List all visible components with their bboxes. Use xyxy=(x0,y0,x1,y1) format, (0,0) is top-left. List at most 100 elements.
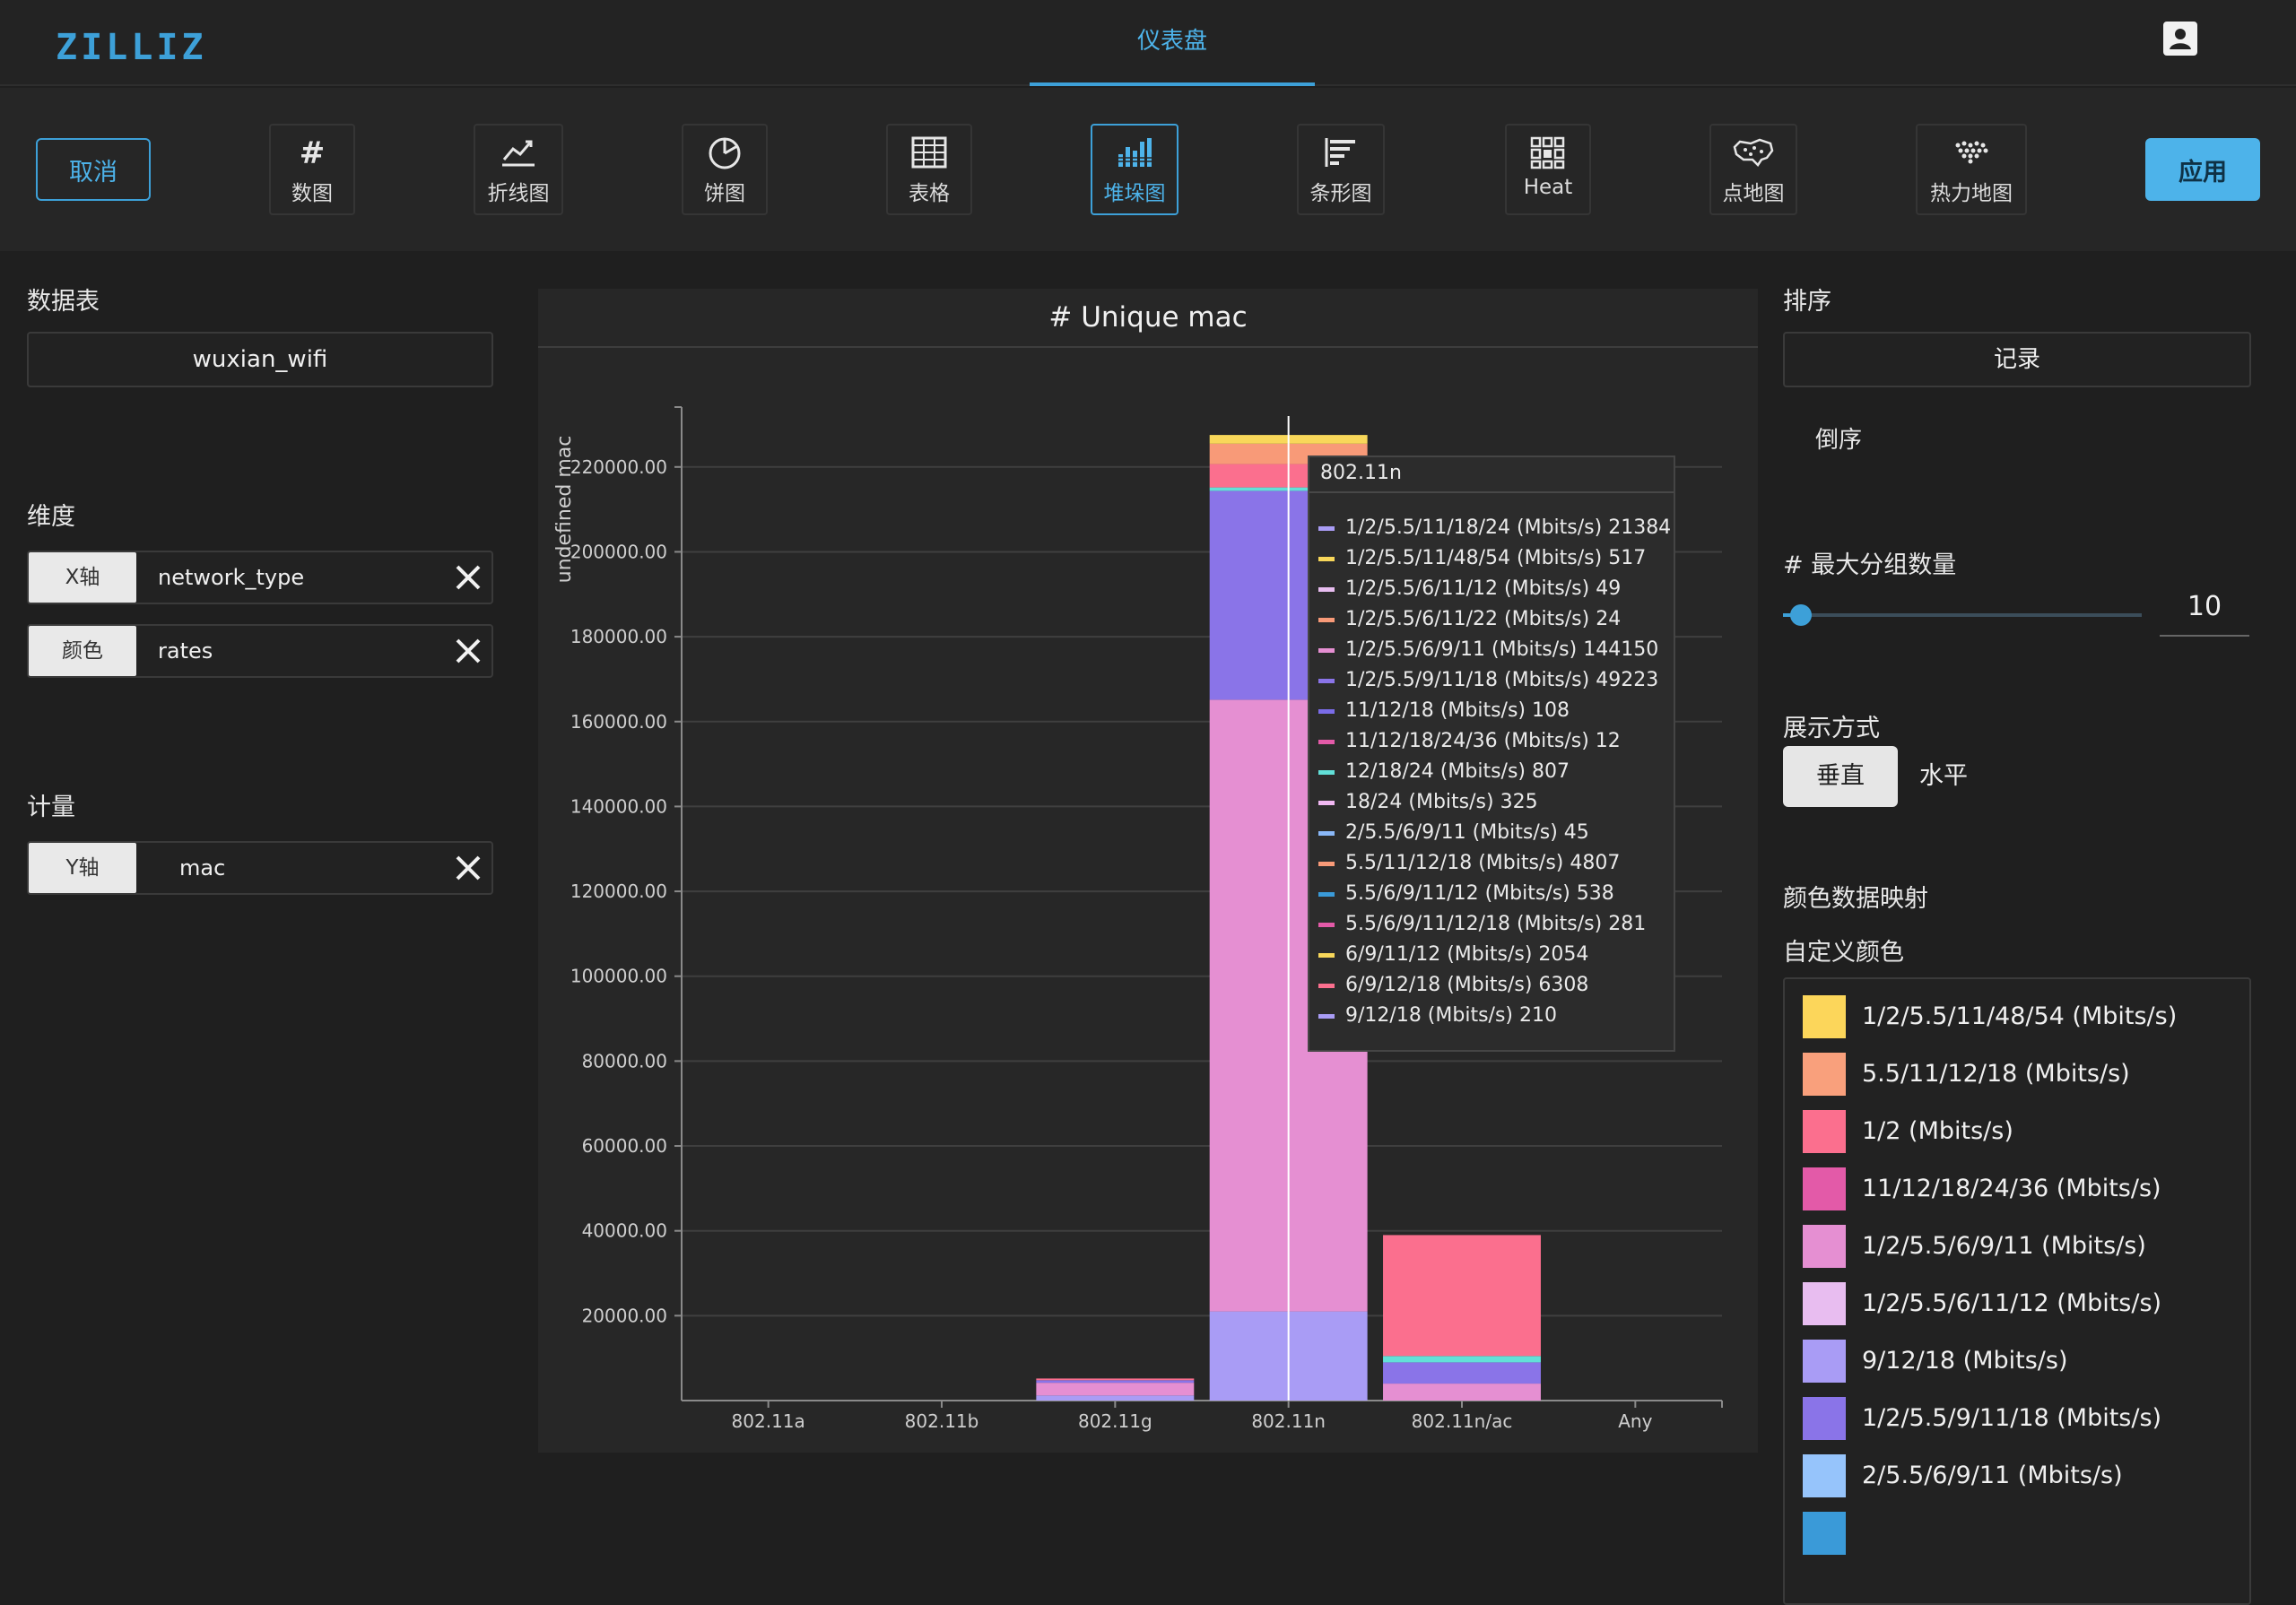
x-tick-label: 802.11n xyxy=(1251,1410,1326,1432)
color-swatch[interactable] xyxy=(1803,1110,1846,1153)
chart-type-line[interactable]: 折线图 xyxy=(474,124,563,215)
tooltip-row-label: 18/24 (Mbits/s) 325 xyxy=(1345,791,1538,813)
tooltip-divider xyxy=(1309,491,1674,493)
color-mapping-label: 2/5.5/6/9/11 (Mbits/s) xyxy=(1862,1462,2123,1489)
sort-field-select[interactable]: 记录 xyxy=(1783,332,2251,387)
field-tag: X轴 xyxy=(29,552,136,603)
tooltip-row: 11/12/18/24/36 (Mbits/s) 12 xyxy=(1318,726,1671,757)
slider-handle[interactable] xyxy=(1790,604,1812,626)
y-tick-label: 60000.00 xyxy=(582,1135,667,1157)
color-mapping-label: 1/2/5.5/9/11/18 (Mbits/s) xyxy=(1862,1404,2162,1432)
cancel-button[interactable]: 取消 xyxy=(36,138,151,201)
chart-type-label: 条形图 xyxy=(1309,182,1372,205)
y-tick-label: 220000.00 xyxy=(570,456,667,478)
chart-type-number[interactable]: # 数图 xyxy=(269,124,355,215)
tooltip-row-label: 5.5/11/12/18 (Mbits/s) 4807 xyxy=(1345,852,1621,874)
color-swatch[interactable] xyxy=(1803,1340,1846,1383)
heat-grid-icon xyxy=(1530,136,1565,169)
vertical-button[interactable]: 垂直 xyxy=(1783,746,1898,807)
chart-type-heat-map[interactable]: 热力地图 xyxy=(1916,124,2027,215)
horizontal-button[interactable]: 水平 xyxy=(1919,746,1973,807)
color-swatch[interactable] xyxy=(1803,1053,1846,1096)
legend-swatch xyxy=(1318,800,1335,805)
chart-type-table[interactable]: 表格 xyxy=(886,124,972,215)
tooltip-row: 11/12/18 (Mbits/s) 108 xyxy=(1318,696,1671,726)
chart-tooltip: 802.11n 1/2/5.5/11/18/24 (Mbits/s) 21384… xyxy=(1308,455,1675,1052)
x-tick-label: 802.11g xyxy=(1078,1410,1152,1432)
tooltip-row-label: 1/2/5.5/6/11/12 (Mbits/s) 49 xyxy=(1345,577,1622,600)
tooltip-row-label: 9/12/18 (Mbits/s) 210 xyxy=(1345,1004,1557,1027)
color-mapping-label: 1/2 (Mbits/s) xyxy=(1862,1117,2013,1145)
tooltip-row-label: 1/2/5.5/6/9/11 (Mbits/s) 144150 xyxy=(1345,638,1659,661)
chart-type-point-map[interactable]: 点地图 xyxy=(1709,124,1797,215)
stacked-bar-icon xyxy=(1118,138,1152,167)
y-tick-label: 120000.00 xyxy=(570,881,667,902)
bar-segment xyxy=(1383,1362,1541,1384)
legend-swatch xyxy=(1318,1013,1335,1019)
tooltip-row: 2/5.5/6/9/11 (Mbits/s) 45 xyxy=(1318,818,1671,848)
close-icon[interactable] xyxy=(452,561,484,594)
display-mode-title: 展示方式 xyxy=(1783,715,1880,742)
color-swatch[interactable] xyxy=(1803,1167,1846,1210)
bar-segment xyxy=(1036,1378,1195,1381)
tooltip-list: 1/2/5.5/11/18/24 (Mbits/s) 21384 1/2/5.5/… xyxy=(1318,513,1671,1031)
tooltip-row: 18/24 (Mbits/s) 325 xyxy=(1318,787,1671,818)
max-groups-slider[interactable] xyxy=(1783,604,2142,626)
color-swatch[interactable] xyxy=(1803,1282,1846,1325)
chart-type-horizontal-bar[interactable]: 条形图 xyxy=(1297,124,1385,215)
chart-type-heat[interactable]: Heat xyxy=(1505,124,1591,215)
tooltip-row: 1/2/5.5/6/9/11 (Mbits/s) 144150 xyxy=(1318,635,1671,665)
apply-button[interactable]: 应用 xyxy=(2145,138,2260,201)
max-groups-input[interactable]: 10 xyxy=(2160,585,2249,637)
chart-type-label: 表格 xyxy=(909,182,950,205)
tooltip-row: 5.5/6/9/11/12 (Mbits/s) 538 xyxy=(1318,879,1671,909)
bar-segment xyxy=(1036,1383,1195,1396)
bar-segment xyxy=(1383,1384,1541,1401)
data-table-select[interactable]: wuxian_wifi xyxy=(27,332,493,387)
color-swatch[interactable] xyxy=(1803,1512,1846,1555)
horizontal-bar-icon xyxy=(1325,138,1355,167)
color-swatch[interactable] xyxy=(1803,1454,1846,1497)
bar-segment xyxy=(1036,1395,1195,1401)
color-swatch[interactable] xyxy=(1803,995,1846,1038)
legend-swatch xyxy=(1318,525,1335,531)
tab-dashboard[interactable]: 仪表盘 xyxy=(1030,0,1315,86)
close-icon[interactable] xyxy=(452,635,484,667)
color-mapping-label: 11/12/18/24/36 (Mbits/s) xyxy=(1862,1175,2161,1202)
measure-y-axis[interactable]: Y轴 mac xyxy=(27,841,493,895)
color-mapping-label: 1/2/5.5/11/48/54 (Mbits/s) xyxy=(1862,1002,2178,1030)
heat-map-icon xyxy=(1955,141,1988,164)
tooltip-row-label: 11/12/18 (Mbits/s) 108 xyxy=(1345,699,1570,722)
close-icon[interactable] xyxy=(452,852,484,884)
zilliz-logo[interactable]: ZILLIZ xyxy=(56,27,207,68)
legend-swatch xyxy=(1318,891,1335,897)
dimension-x-axis[interactable]: X轴 network_type xyxy=(27,551,493,604)
x-tick-label: 802.11a xyxy=(732,1410,805,1432)
account-icon[interactable] xyxy=(2163,22,2197,56)
chart-type-pie[interactable]: 饼图 xyxy=(682,124,768,215)
y-tick-label: 20000.00 xyxy=(582,1305,667,1326)
legend-swatch xyxy=(1318,617,1335,622)
tooltip-row: 1/2/5.5/9/11/18 (Mbits/s) 49223 xyxy=(1318,665,1671,696)
line-chart-icon xyxy=(502,140,535,167)
tooltip-row: 9/12/18 (Mbits/s) 210 xyxy=(1318,1001,1671,1031)
sort-order-toggle[interactable]: 倒序 xyxy=(1815,421,1862,455)
color-mapping-label: 1/2/5.5/6/9/11 (Mbits/s) xyxy=(1862,1232,2146,1260)
dimension-color[interactable]: 颜色 rates xyxy=(27,624,493,678)
tooltip-row-label: 5.5/6/9/11/12/18 (Mbits/s) 281 xyxy=(1345,913,1647,935)
y-tick-label: 160000.00 xyxy=(570,711,667,733)
tooltip-row: 1/2/5.5/11/48/54 (Mbits/s) 517 xyxy=(1318,543,1671,574)
legend-swatch xyxy=(1318,678,1335,683)
field-value: rates xyxy=(158,638,213,664)
chart-type-stacked[interactable]: 堆垛图 xyxy=(1091,124,1178,215)
tooltip-row-label: 1/2/5.5/11/48/54 (Mbits/s) 517 xyxy=(1345,547,1647,569)
hash-icon: # xyxy=(300,135,326,170)
app-header: ZILLIZ 仪表盘 xyxy=(0,0,2296,86)
chart-type-toolbar: 取消 # 数图 折线图 饼图 表格 堆垛图 条形图 Heat 点地图 热力地图 … xyxy=(0,88,2296,251)
y-tick-label: 100000.00 xyxy=(570,966,667,987)
color-swatch[interactable] xyxy=(1803,1225,1846,1268)
chart-type-label: 点地图 xyxy=(1722,182,1785,205)
color-swatch[interactable] xyxy=(1803,1397,1846,1440)
tooltip-row-label: 6/9/11/12 (Mbits/s) 2054 xyxy=(1345,943,1589,966)
legend-swatch xyxy=(1318,708,1335,714)
